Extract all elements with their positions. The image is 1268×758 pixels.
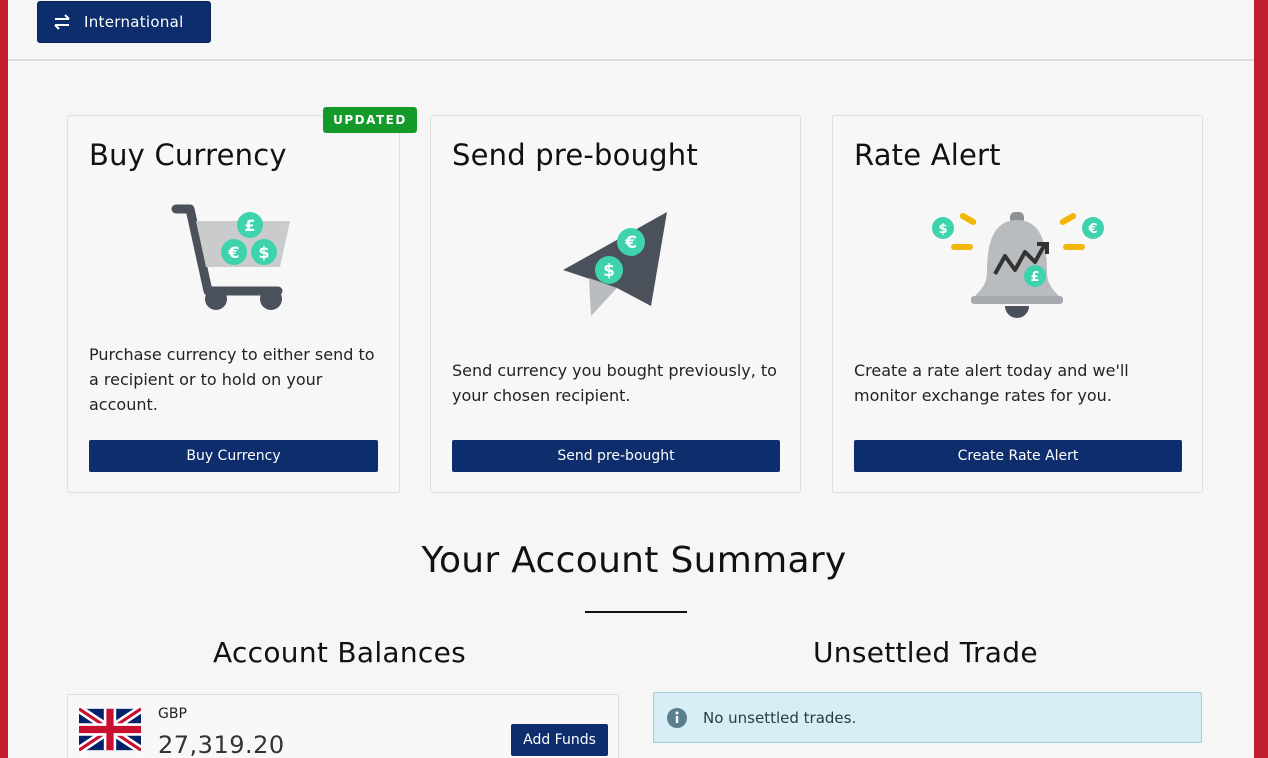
svg-text:£: £ bbox=[1030, 270, 1039, 285]
card-title: Send pre-bought bbox=[452, 138, 698, 172]
card-description: Purchase currency to either send to a re… bbox=[89, 345, 375, 414]
svg-text:£: £ bbox=[244, 216, 255, 235]
svg-text:$: $ bbox=[258, 243, 269, 262]
card-title: Buy Currency bbox=[89, 138, 287, 172]
svg-text:€: € bbox=[227, 243, 239, 262]
add-funds-button[interactable]: Add Funds bbox=[511, 724, 608, 756]
svg-text:$: $ bbox=[938, 222, 947, 237]
rate-alert-card: Rate Alert $ € £ Create a rate alert tod… bbox=[832, 115, 1203, 493]
svg-text:€: € bbox=[624, 233, 637, 253]
summary-divider bbox=[585, 611, 687, 613]
create-rate-alert-button[interactable]: Create Rate Alert bbox=[854, 440, 1182, 472]
buy-currency-button[interactable]: Buy Currency bbox=[89, 440, 378, 472]
svg-text:€: € bbox=[1087, 222, 1097, 237]
swap-arrows-icon bbox=[54, 14, 70, 30]
paper-plane-icon: € $ bbox=[563, 212, 667, 316]
unsettled-message: No unsettled trades. bbox=[703, 708, 857, 727]
top-bar: International bbox=[8, 0, 1254, 61]
unsettled-trades-alert: No unsettled trades. bbox=[653, 692, 1202, 743]
send-pre-bought-card: Send pre-bought € $ Send currency you bo… bbox=[430, 115, 801, 493]
card-description: Create a rate alert today and we'll moni… bbox=[854, 361, 1129, 405]
unsettled-trade-title: Unsettled Trade bbox=[813, 636, 1038, 669]
uk-flag-icon bbox=[79, 706, 141, 753]
balance-amount: 27,319.20 bbox=[158, 731, 285, 758]
currency-code: GBP bbox=[158, 706, 187, 722]
updated-badge: UPDATED bbox=[323, 107, 417, 133]
send-pre-bought-button[interactable]: Send pre-bought bbox=[452, 440, 780, 472]
account-summary-title: Your Account Summary bbox=[421, 540, 847, 581]
info-icon bbox=[667, 707, 687, 728]
card-title: Rate Alert bbox=[854, 138, 1001, 172]
international-label: International bbox=[84, 13, 184, 31]
page: International Buy Currency £ € $ Purchas… bbox=[8, 0, 1254, 758]
buy-currency-card: Buy Currency £ € $ Purchase currency to … bbox=[67, 115, 400, 493]
svg-text:$: $ bbox=[603, 261, 615, 281]
shopping-cart-icon: £ € $ bbox=[171, 204, 290, 310]
card-description: Send currency you bought previously, to … bbox=[452, 361, 777, 405]
bell-icon: $ € £ bbox=[932, 212, 1104, 318]
balance-card-gbp: GBP 27,319.20 Add Funds bbox=[67, 694, 619, 758]
account-balances-title: Account Balances bbox=[213, 636, 467, 669]
international-button[interactable]: International bbox=[37, 1, 211, 43]
